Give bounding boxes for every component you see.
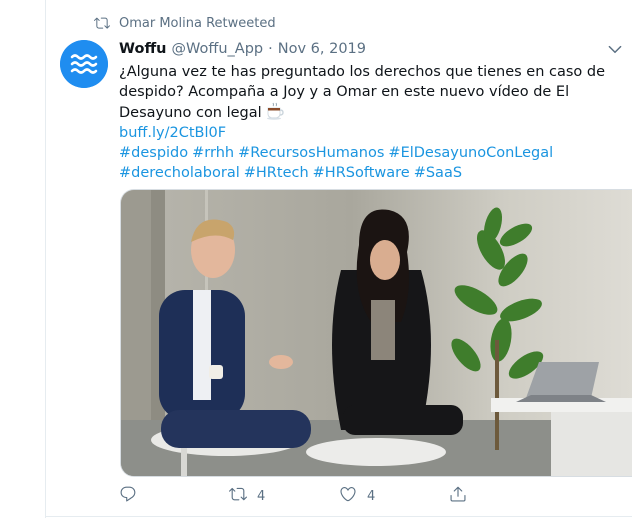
tweet-body: ¿Alguna vez te has preguntado los derech… — [119, 62, 619, 183]
author-name[interactable]: Woffu — [119, 41, 167, 57]
tweet-text: ¿Alguna vez te has preguntado los derech… — [119, 64, 606, 121]
hashtag[interactable]: #SaaS — [414, 165, 462, 181]
share-icon — [449, 485, 467, 507]
video-media[interactable] — [120, 189, 632, 477]
retweet-icon — [94, 15, 110, 31]
hashtag[interactable]: #derecholaboral — [119, 165, 240, 181]
retweet-button[interactable]: 4 — [229, 485, 265, 507]
retweet-context[interactable]: Omar Molina Retweeted — [94, 14, 276, 32]
chevron-down-icon[interactable] — [606, 40, 624, 58]
like-count: 4 — [367, 488, 376, 504]
hashtags: #despido #rrhh #RecursosHumanos #ElDesayuno… — [119, 143, 619, 183]
hashtag[interactable]: #HRtech — [244, 165, 309, 181]
retweet-count: 4 — [257, 488, 266, 504]
like-button[interactable]: 4 — [339, 485, 375, 507]
avatar[interactable] — [60, 40, 108, 88]
heart-icon — [339, 485, 357, 507]
share-button[interactable] — [449, 485, 467, 507]
tweet-link[interactable]: buff.ly/2CtBl0F — [119, 123, 619, 143]
reply-icon — [119, 485, 137, 507]
retweet-icon — [229, 485, 247, 507]
tweet-card[interactable]: Omar Molina Retweeted Woffu @Woffu_App ·… — [46, 0, 632, 518]
coffee-icon — [266, 102, 284, 120]
hashtag[interactable]: #HRSoftware — [313, 165, 410, 181]
tweet-actions: 4 4 — [119, 484, 559, 508]
video-thumbnail — [121, 190, 632, 476]
tweet-header: Woffu @Woffu_App · Nov 6, 2019 — [119, 39, 366, 59]
reply-button[interactable] — [119, 485, 147, 507]
hashtag[interactable]: #rrhh — [192, 145, 234, 161]
retweet-label[interactable]: Omar Molina Retweeted — [119, 16, 276, 31]
hashtag[interactable]: #RecursosHumanos — [238, 145, 384, 161]
tweet-date[interactable]: Nov 6, 2019 — [278, 41, 366, 57]
divider — [46, 516, 632, 517]
left-gutter — [0, 0, 46, 518]
header-separator: · — [268, 41, 273, 57]
hashtag[interactable]: #despido — [119, 145, 188, 161]
hashtag[interactable]: #ElDesayunoConLegal — [388, 145, 553, 161]
author-handle[interactable]: @Woffu_App — [172, 41, 264, 57]
